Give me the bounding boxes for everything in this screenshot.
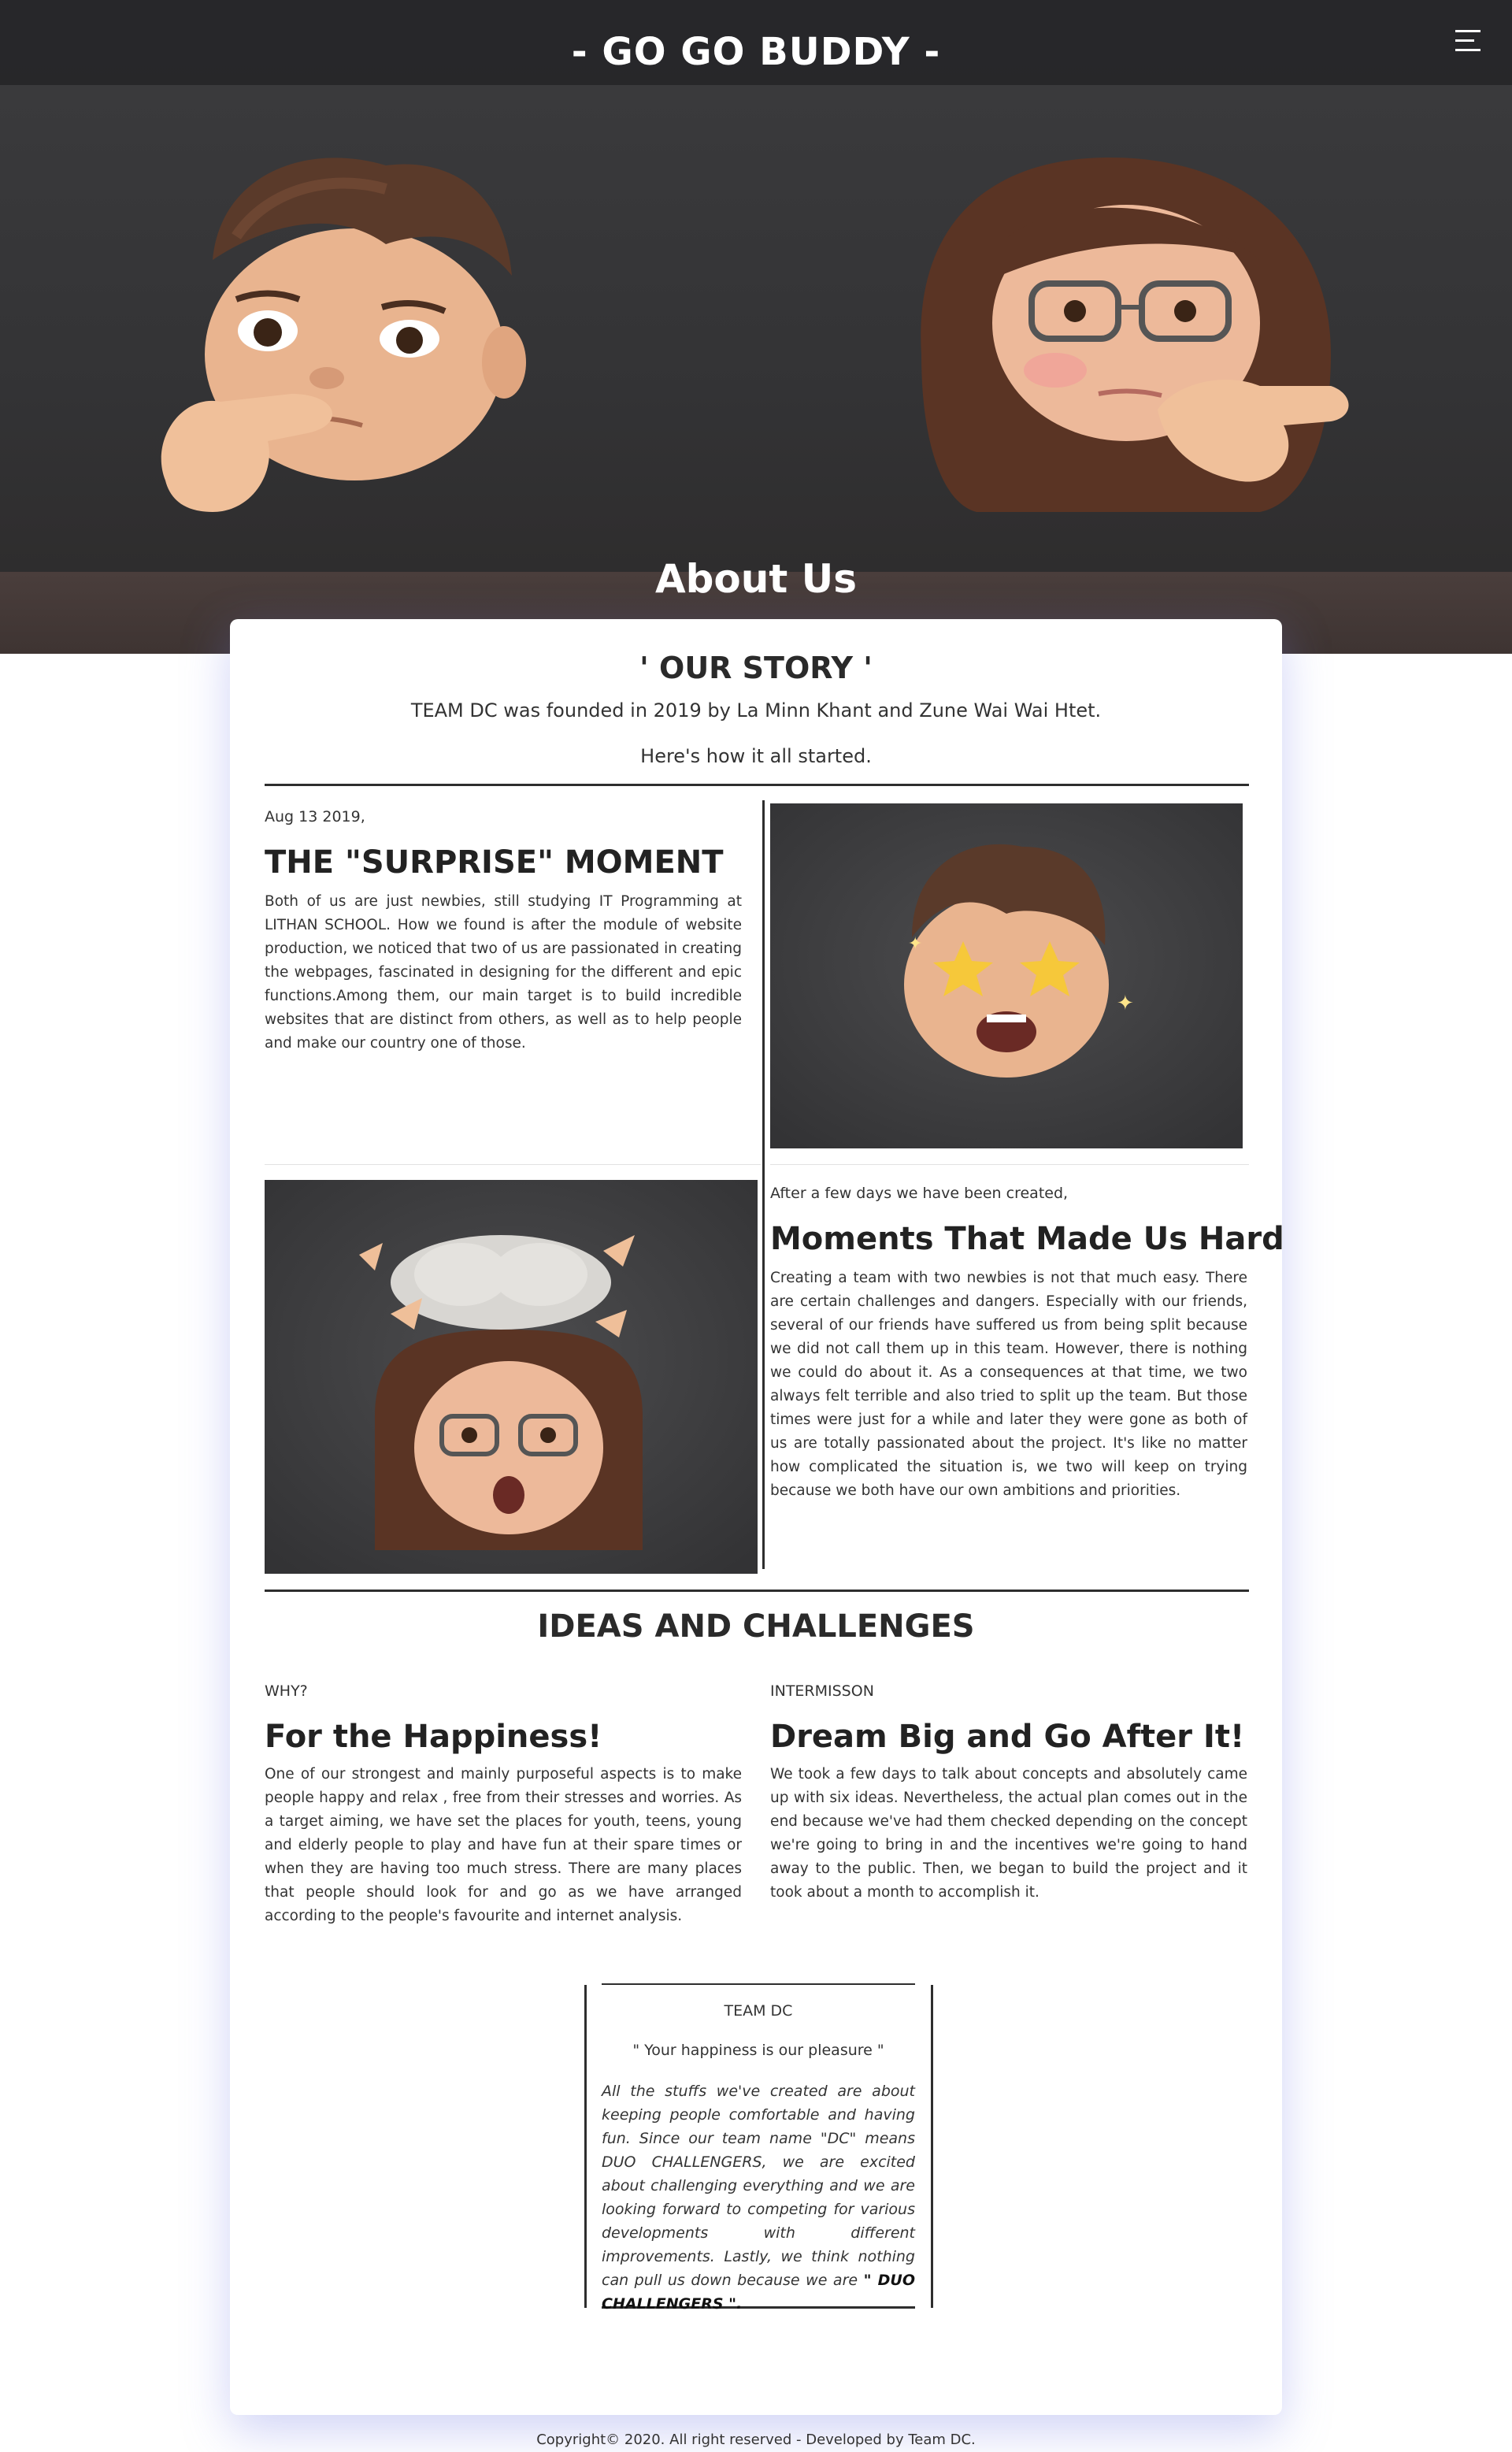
svg-text:✦: ✦: [908, 934, 922, 954]
svg-text:✦: ✦: [1117, 992, 1134, 1015]
girl-thinking-memoji: [921, 158, 1349, 512]
hamburger-menu-icon[interactable]: [1455, 30, 1480, 55]
quote-border-top: [602, 1983, 915, 1985]
starstruck-memoji-image: ✦ ✦: [770, 803, 1243, 1148]
moment-body: Both of us are just newbies, still study…: [265, 893, 742, 1052]
quote-team-name: TEAM DC: [724, 2002, 793, 2020]
boy-thinking-memoji: [161, 158, 526, 512]
idea-heading: Dream Big and Go After It!: [770, 1719, 1245, 1755]
idea-body: One of our strongest and mainly purposef…: [265, 1766, 742, 1924]
story-intro: TEAM DC was founded in 2019 by La Minn K…: [410, 699, 1102, 722]
quote-text: All the stuffs we've created are about k…: [602, 2083, 915, 2289]
quote-motto: " Your happiness is our pleasure ": [632, 2042, 884, 2059]
about-us-heading: About Us: [654, 556, 858, 602]
moment-heading: Moments That Made Us Hard: [770, 1221, 1284, 1257]
divider: [265, 1590, 1249, 1592]
site-title[interactable]: - GO GO BUDDY -: [0, 30, 1512, 74]
mind-blown-memoji-image: [265, 1180, 758, 1574]
hero-banner: - GO GO BUDDY - About Us: [0, 0, 1512, 654]
row-divider: [265, 1164, 761, 1165]
idea-body: We took a few days to talk about concept…: [770, 1766, 1247, 1901]
footer-copyright: Copyright© 2020. All right reserved - De…: [536, 2432, 976, 2448]
quote-border-right: [931, 1985, 933, 2308]
quote-border-left: [584, 1985, 587, 2308]
moment-date: After a few days we have been created,: [770, 1185, 1069, 1202]
idea-heading: For the Happiness!: [265, 1719, 602, 1755]
moment-heading: THE "SURPRISE" MOMENT: [265, 844, 724, 881]
row-divider: [770, 1164, 1249, 1165]
divider: [265, 784, 1249, 786]
idea-label: INTERMISSON: [770, 1682, 874, 1700]
our-story-title: ' OUR STORY ': [639, 651, 873, 685]
quote-body: All the stuffs we've created are about k…: [602, 2079, 915, 2316]
vertical-divider: [762, 800, 765, 1569]
idea-label: WHY?: [265, 1682, 308, 1700]
ideas-section-title: IDEAS AND CHALLENGES: [537, 1608, 975, 1645]
moment-body: Creating a team with two newbies is not …: [770, 1270, 1247, 1499]
story-intro-2: Here's how it all started.: [640, 745, 872, 767]
moment-date: Aug 13 2019,: [265, 808, 365, 825]
